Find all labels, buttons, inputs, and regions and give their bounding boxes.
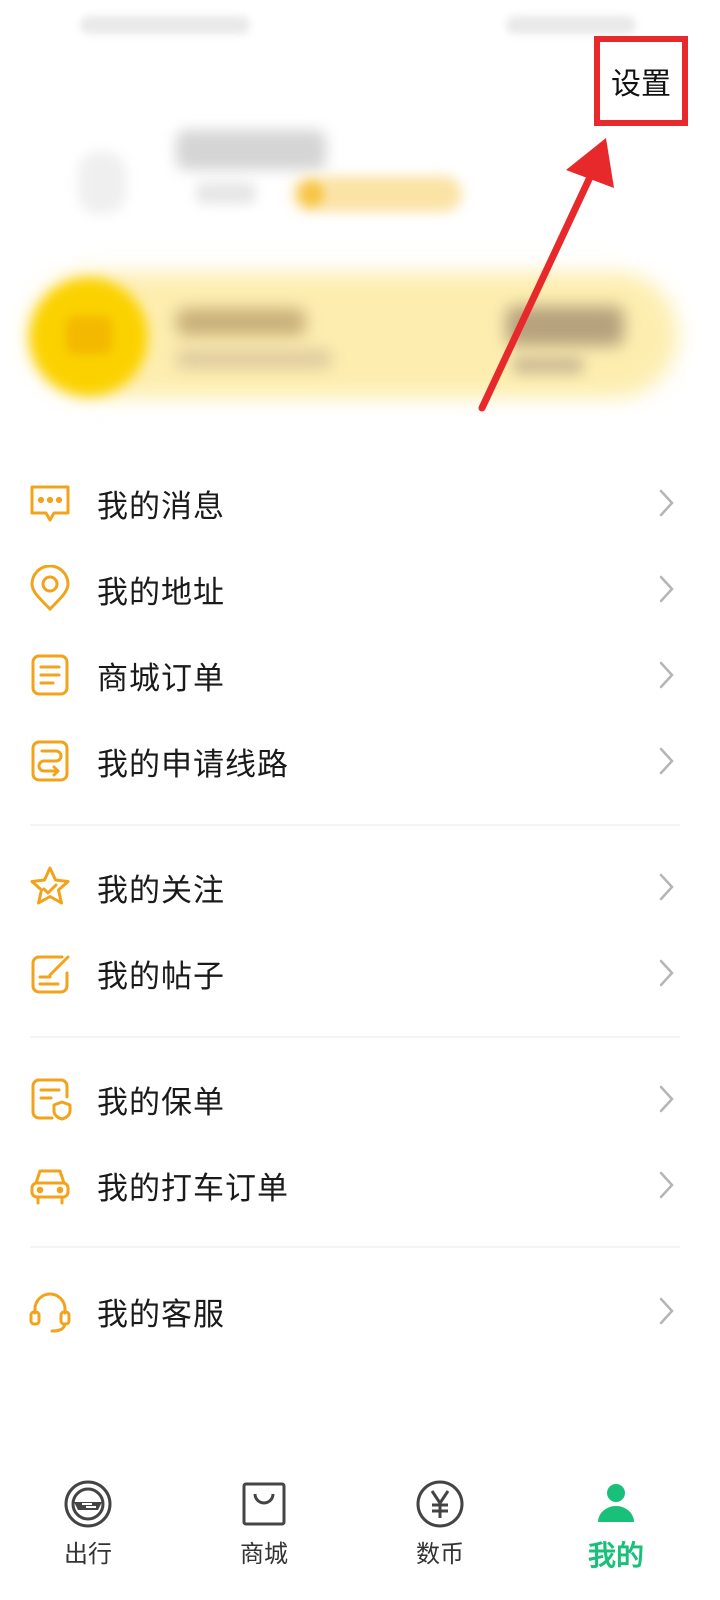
section-divider xyxy=(30,824,680,826)
menu-item-taxi-orders[interactable]: 我的打车订单 xyxy=(0,1142,720,1228)
chevron-right-icon xyxy=(659,959,674,987)
chevron-right-icon xyxy=(659,489,674,517)
route-icon xyxy=(26,737,74,785)
username-blurred xyxy=(176,130,326,170)
car-icon xyxy=(26,1161,74,1209)
menu-item-policies[interactable]: 我的保单 xyxy=(0,1056,720,1142)
menu-label: 我的消息 xyxy=(97,488,225,525)
chevron-right-icon xyxy=(659,1297,674,1325)
status-left-blur xyxy=(80,16,250,34)
chevron-right-icon xyxy=(659,575,674,603)
status-right-blur xyxy=(506,16,636,34)
vip-title-blurred xyxy=(176,308,306,336)
menu-label: 我的帖子 xyxy=(97,958,225,995)
profile-icon xyxy=(598,1484,634,1522)
tab-label: 商城 xyxy=(240,1540,288,1568)
menu-item-follows[interactable]: 我的关注 xyxy=(0,844,720,930)
headset-icon xyxy=(26,1287,74,1335)
menu-item-customer-service[interactable]: 我的客服 xyxy=(0,1268,720,1354)
tab-digital-coin[interactable]: 数币 xyxy=(380,1468,500,1600)
tab-mall[interactable]: 商城 xyxy=(204,1468,324,1600)
tab-label: 我的 xyxy=(587,1539,644,1572)
profile-header[interactable] xyxy=(0,110,720,230)
star-icon xyxy=(26,863,74,911)
travel-icon xyxy=(64,1480,112,1528)
menu-item-posts[interactable]: 我的帖子 xyxy=(0,930,720,1016)
location-icon xyxy=(26,564,74,613)
vip-subtitle-blurred xyxy=(176,350,332,368)
tab-label: 数币 xyxy=(416,1540,464,1568)
order-icon xyxy=(26,651,74,699)
menu-label: 我的打车订单 xyxy=(97,1170,289,1207)
vip-amount-blurred xyxy=(506,306,624,346)
tab-travel[interactable]: 出行 xyxy=(28,1468,148,1600)
menu-item-applied-routes[interactable]: 我的申请线路 xyxy=(0,718,720,804)
post-icon xyxy=(26,949,74,997)
tab-mine[interactable]: 我的 xyxy=(556,1468,676,1600)
chevron-right-icon xyxy=(659,747,674,775)
vip-coin-symbol xyxy=(66,316,112,354)
chevron-right-icon xyxy=(659,1171,674,1199)
menu-item-messages[interactable]: 我的消息 xyxy=(0,460,720,546)
yuan-coin-icon xyxy=(416,1480,464,1528)
level-badge-icon xyxy=(300,182,324,206)
policy-icon xyxy=(26,1075,74,1123)
shopping-bag-icon xyxy=(242,1482,286,1526)
chevron-right-icon xyxy=(659,873,674,901)
menu-label: 我的关注 xyxy=(97,872,225,909)
menu-label: 我的客服 xyxy=(97,1296,225,1333)
menu-label: 我的地址 xyxy=(97,574,225,611)
menu-item-mall-orders[interactable]: 商城订单 xyxy=(0,632,720,718)
user-subtitle-blurred xyxy=(196,182,256,204)
menu-label: 我的申请线路 xyxy=(97,746,289,783)
avatar[interactable] xyxy=(78,152,126,214)
menu-label: 商城订单 xyxy=(97,660,225,697)
chevron-right-icon xyxy=(659,661,674,689)
chevron-right-icon xyxy=(659,1085,674,1113)
message-icon xyxy=(26,479,74,527)
menu-item-address[interactable]: 我的地址 xyxy=(0,546,720,632)
tab-label: 出行 xyxy=(64,1540,112,1568)
bottom-tab-bar: 出行 商城 数币 我的 xyxy=(0,1468,720,1600)
vip-amount-caption-blurred xyxy=(512,356,584,374)
section-divider xyxy=(30,1246,680,1248)
section-divider xyxy=(30,1036,680,1038)
menu-label: 我的保单 xyxy=(97,1084,225,1121)
